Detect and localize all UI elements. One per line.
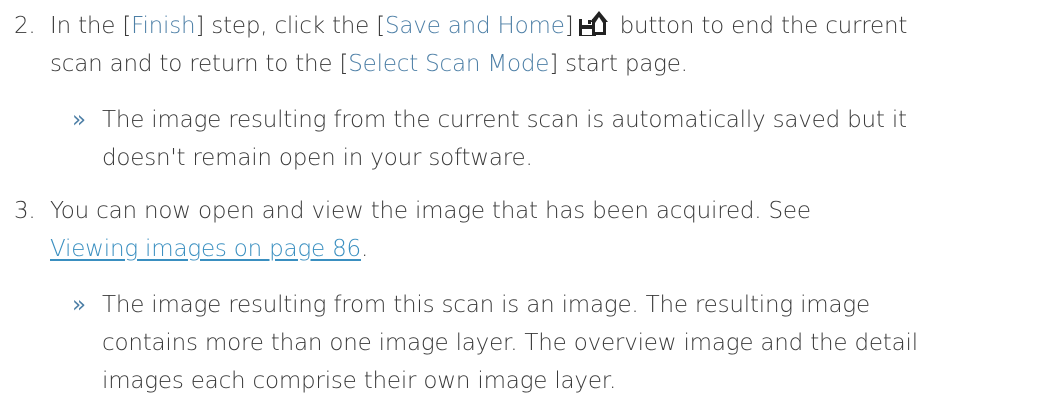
ui-term-finish: Finish xyxy=(131,13,196,39)
viewing-images-link[interactable]: Viewing images on page 86 xyxy=(50,236,361,262)
save-and-home-icon xyxy=(579,11,609,36)
ui-term-save-and-home: Save and Home xyxy=(385,13,565,39)
step-2-line-1: In the [Finish] step, click the [Save an… xyxy=(50,7,1030,45)
step-2-result-body: The image resulting from the current sca… xyxy=(102,107,907,171)
result-arrow-icon: » xyxy=(72,107,86,133)
step-3: 3. You can now open and view the image t… xyxy=(14,192,1024,262)
step-3-body: You can now open and view the image that… xyxy=(50,192,1030,268)
document-page: 2. In the [Finish] step, click the [Save… xyxy=(0,0,1037,408)
step-2-line-2: scan and to return to the [Select Scan M… xyxy=(50,51,688,77)
step-number: 2. xyxy=(14,13,36,39)
step-3-result-body: The image resulting from this scan is an… xyxy=(102,292,918,394)
step-number: 3. xyxy=(14,198,36,224)
result-arrow-icon: » xyxy=(72,292,86,318)
step-2-body: In the [Finish] step, click the [Save an… xyxy=(50,7,1030,83)
step-2: 2. In the [Finish] step, click the [Save… xyxy=(14,7,1024,77)
step-3-line-2: Viewing images on page 86. xyxy=(50,236,369,262)
ui-term-select-scan-mode: Select Scan Mode xyxy=(348,51,550,77)
